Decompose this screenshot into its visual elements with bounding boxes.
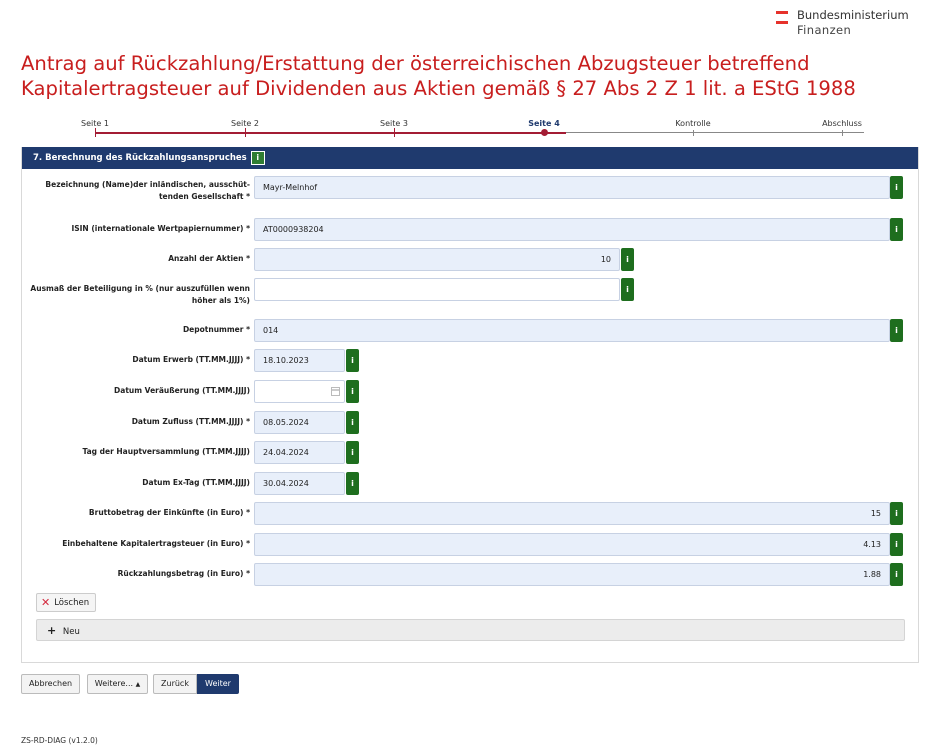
step-abschluss: Abschluss xyxy=(822,119,862,128)
shares-info-icon[interactable]: i xyxy=(621,248,634,271)
step-marker xyxy=(245,128,246,137)
withheld-tax-info-icon[interactable]: i xyxy=(890,533,903,556)
label-purchase-date: Datum Erwerb (TT.MM.JJJJ) * xyxy=(132,355,250,364)
new-entry-label: Neu xyxy=(62,627,80,637)
form-row-agm-date: Tag der Hauptversammlung (TT.MM.JJJJ) 24… xyxy=(22,441,918,465)
step-marker xyxy=(842,130,843,136)
form-row-sale-date: Datum Veräußerung (TT.MM.JJJJ) i xyxy=(22,380,918,404)
company-info-icon[interactable]: i xyxy=(890,176,903,199)
label-depot: Depotnummer * xyxy=(182,325,250,334)
calculation-panel: 7. Berechnung des Rückzahlungsanspruches… xyxy=(21,147,919,663)
form-row-withheld-tax: Einbehaltene Kapitalertragsteuer (in Eur… xyxy=(22,533,918,557)
current-step-marker xyxy=(541,129,548,136)
ex-date-info-icon[interactable]: i xyxy=(346,472,359,495)
delete-button[interactable]: ✕ Löschen xyxy=(36,593,97,612)
form-row-purchase-date: Datum Erwerb (TT.MM.JJJJ) * 18.10.2023 i xyxy=(22,349,918,373)
step-kontrolle: Kontrolle xyxy=(675,119,711,128)
form-row-ex-date: Datum Ex-Tag (TT.MM.JJJJ) 30.04.2024 i xyxy=(22,472,918,496)
delete-x-icon: ✕ xyxy=(41,596,51,609)
label-participation: Ausmaß der Beteiligung in % (nur auszufü… xyxy=(30,284,250,305)
participation-percent-input[interactable] xyxy=(254,278,620,301)
section-header: 7. Berechnung des Rückzahlungsanspruches… xyxy=(22,147,918,169)
label-isin: ISIN (internationale Wertpapiernummer) * xyxy=(71,224,250,233)
step-marker xyxy=(95,128,96,137)
agm-date-input[interactable]: 24.04.2024 xyxy=(254,441,345,464)
section-info-icon[interactable]: i xyxy=(250,151,265,165)
label-company: Bezeichnung (Name)der inländischen, auss… xyxy=(45,180,250,201)
step-marker xyxy=(394,128,395,137)
label-shares: Anzahl der Aktien * xyxy=(168,254,250,263)
label-ex-date: Datum Ex-Tag (TT.MM.JJJJ) xyxy=(142,478,250,487)
depot-info-icon[interactable]: i xyxy=(890,319,903,342)
section-title: 7. Berechnung des Rückzahlungsanspruches xyxy=(33,153,247,163)
depot-number-input[interactable]: 014 xyxy=(254,319,890,342)
isin-info-icon[interactable]: i xyxy=(890,218,903,241)
more-button-label: Weitere... xyxy=(94,679,134,688)
sale-date-input[interactable] xyxy=(254,380,345,403)
austria-flag-icon xyxy=(776,11,788,38)
label-refund: Rückzahlungsbetrag (in Euro) * xyxy=(117,569,250,578)
cancel-button[interactable]: Abbrechen xyxy=(21,674,80,694)
isin-input[interactable]: AT0000938204 xyxy=(254,218,890,241)
ministry-name-line2: Finanzen xyxy=(797,23,852,37)
calendar-icon[interactable] xyxy=(331,387,340,396)
label-withheld-tax: Einbehaltene Kapitalertragsteuer (in Eur… xyxy=(62,539,250,548)
next-button[interactable]: Weiter xyxy=(197,674,239,694)
page-title: Antrag auf Rückzahlung/Erstattung der ös… xyxy=(21,52,856,100)
refund-info-icon[interactable]: i xyxy=(890,563,903,586)
form-row-shares: Anzahl der Aktien * 10 i xyxy=(22,248,918,272)
form-row-isin: ISIN (internationale Wertpapiernummer) *… xyxy=(22,218,918,242)
form-row-refund: Rückzahlungsbetrag (in Euro) * 1.88 i xyxy=(22,563,918,587)
purchase-date-input[interactable]: 18.10.2023 xyxy=(254,349,345,372)
plus-icon: + xyxy=(47,624,57,637)
step-seite-2[interactable]: Seite 2 xyxy=(231,119,259,128)
company-name-input[interactable]: Mayr-Melnhof xyxy=(254,176,890,199)
form-row-participation: Ausmaß der Beteiligung in % (nur auszufü… xyxy=(22,278,918,310)
new-entry-button[interactable]: + Neu xyxy=(36,619,905,641)
back-button[interactable]: Zurück xyxy=(153,674,197,694)
step-marker xyxy=(693,130,694,136)
agm-date-info-icon[interactable]: i xyxy=(346,441,359,464)
ministry-logo: Bundesministerium Finanzen xyxy=(776,8,909,38)
label-inflow-date: Datum Zufluss (TT.MM.JJJJ) * xyxy=(131,417,250,426)
gross-amount-input[interactable]: 15 xyxy=(254,502,890,525)
version-footer: ZS-RD-DIAG (v1.2.0) xyxy=(21,736,98,745)
progress-done-track xyxy=(95,132,566,134)
refund-amount-input[interactable]: 1.88 xyxy=(254,563,890,586)
form-row-inflow-date: Datum Zufluss (TT.MM.JJJJ) * 08.05.2024 … xyxy=(22,411,918,435)
caret-up-icon: ▲ xyxy=(135,681,141,688)
inflow-date-input[interactable]: 08.05.2024 xyxy=(254,411,345,434)
progress-remaining-track xyxy=(566,132,864,133)
participation-info-icon[interactable]: i xyxy=(621,278,634,301)
gross-info-icon[interactable]: i xyxy=(890,502,903,525)
purchase-date-info-icon[interactable]: i xyxy=(346,349,359,372)
step-seite-4: Seite 4 xyxy=(528,119,560,128)
form-row-gross: Bruttobetrag der Einkünfte (in Euro) * 1… xyxy=(22,502,918,526)
form-row-depot: Depotnummer * 014 i xyxy=(22,319,918,343)
sale-date-info-icon[interactable]: i xyxy=(346,380,359,403)
label-sale-date: Datum Veräußerung (TT.MM.JJJJ) xyxy=(114,386,250,395)
label-gross: Bruttobetrag der Einkünfte (in Euro) * xyxy=(88,508,250,517)
form-row-company: Bezeichnung (Name)der inländischen, auss… xyxy=(22,174,918,206)
inflow-date-info-icon[interactable]: i xyxy=(346,411,359,434)
withheld-tax-input[interactable]: 4.13 xyxy=(254,533,890,556)
shares-count-input[interactable]: 10 xyxy=(254,248,620,271)
more-dropdown-button[interactable]: Weitere... ▲ xyxy=(87,674,148,694)
label-agm-date: Tag der Hauptversammlung (TT.MM.JJJJ) xyxy=(82,447,250,456)
step-seite-3[interactable]: Seite 3 xyxy=(380,119,408,128)
step-seite-1[interactable]: Seite 1 xyxy=(81,119,109,128)
progress-stepper: Seite 1 Seite 2 Seite 3 Seite 4 Kontroll… xyxy=(23,119,923,139)
ex-date-input[interactable]: 30.04.2024 xyxy=(254,472,345,495)
ministry-name-line1: Bundesministerium xyxy=(797,8,909,22)
delete-button-label: Löschen xyxy=(54,597,90,608)
